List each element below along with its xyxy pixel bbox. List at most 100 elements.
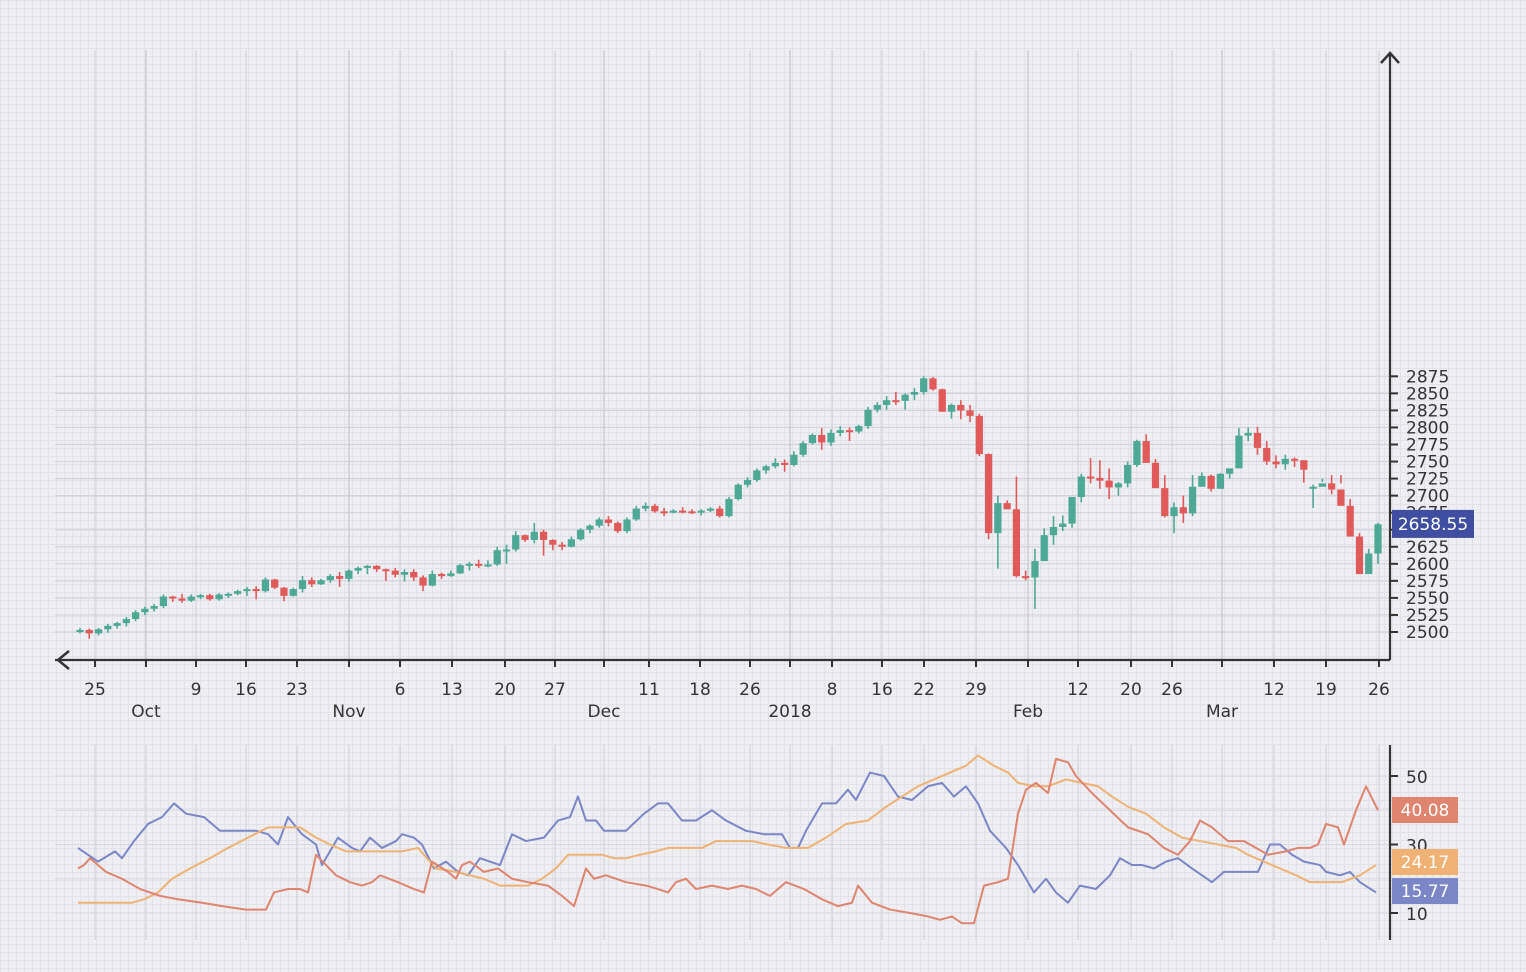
candle-down [818, 434, 826, 443]
candle-up [1188, 486, 1197, 514]
y-tick-label: 2500 [1406, 623, 1449, 643]
candle-down [604, 519, 613, 523]
x-tick-label: 20 [494, 680, 516, 700]
candle-up [502, 549, 511, 552]
candle-down [308, 580, 316, 585]
x-tick-label: 8 [827, 680, 838, 700]
candle-up [530, 531, 538, 540]
candle-up [920, 378, 928, 392]
candle-up [1198, 475, 1206, 487]
x-tick-label: 9 [191, 680, 202, 700]
candle-down [437, 574, 446, 577]
candle-up [1281, 458, 1289, 465]
candle-up [298, 580, 307, 590]
candle-up [428, 574, 436, 586]
candle-down [1346, 505, 1354, 537]
candle-up [808, 434, 817, 444]
candle-up [326, 576, 334, 581]
candle-down [558, 544, 566, 547]
y-tick-label: 2750 [1406, 453, 1449, 473]
candle-down [1179, 507, 1187, 514]
candle-down [1263, 447, 1271, 462]
main-chart-gridlines [55, 50, 1390, 660]
candle-up [447, 573, 455, 577]
oscillator-axes: 10305015.7724.1740.08 [1388, 745, 1458, 940]
y-tick-label: 2875 [1406, 367, 1449, 387]
candle-down [1337, 489, 1345, 506]
candle-up [1365, 553, 1373, 575]
candle-down [651, 505, 659, 512]
candle-up [1068, 497, 1076, 524]
x-tick-label: 19 [1315, 680, 1337, 700]
candle-down [716, 508, 724, 517]
candle-up [1309, 486, 1317, 489]
osc-y-tick-label: 50 [1406, 768, 1428, 788]
candle-up [465, 563, 474, 566]
candle-up [1244, 432, 1252, 436]
candle-up [882, 400, 891, 405]
candle-down [957, 404, 965, 411]
candle-down [1003, 503, 1011, 510]
candle-down [1328, 483, 1336, 490]
candle-up [243, 589, 251, 592]
candle-down [1022, 576, 1030, 579]
x-tick-label: 26 [1368, 680, 1390, 700]
osc-value-label-orange: 24.17 [1401, 853, 1450, 873]
candle-down [688, 511, 696, 514]
candlestick-series [76, 376, 1382, 639]
candle-up [104, 625, 112, 630]
candle-up [595, 519, 603, 526]
candle-down [1290, 458, 1299, 461]
candle-down [1096, 477, 1104, 481]
candle-down [966, 410, 974, 416]
candle-up [697, 510, 705, 513]
candle-up [150, 606, 158, 609]
candle-up [827, 432, 835, 443]
candle-down [373, 565, 381, 570]
x-tick-label: 26 [1161, 680, 1183, 700]
x-tick-label: 27 [544, 680, 566, 700]
candle-up [122, 619, 130, 624]
candle-up [669, 510, 677, 513]
candle-up [771, 462, 779, 467]
candle-up [873, 404, 881, 410]
candle-down [1105, 480, 1113, 488]
y-tick-label: 2625 [1406, 538, 1449, 558]
candle-down [1012, 509, 1021, 577]
candle-up [159, 596, 168, 607]
x-tick-label: 12 [1263, 680, 1285, 700]
candle-down [1253, 432, 1262, 448]
chart-canvas: 2500252525502575260026252650267527002725… [55, 50, 1474, 940]
candle-up [400, 572, 409, 575]
candle-down [1300, 460, 1308, 470]
candle-up [1040, 535, 1048, 562]
candle-down [419, 577, 427, 586]
x-tick-label: 25 [84, 680, 106, 700]
candle-up [836, 430, 844, 433]
candle-up [1170, 507, 1178, 517]
candle-down [521, 535, 529, 540]
candle-up [577, 529, 585, 540]
candle-up [753, 470, 761, 480]
candle-up [762, 466, 770, 471]
candle-up [1216, 473, 1225, 489]
candle-up [363, 565, 372, 568]
y-tick-label: 2575 [1406, 572, 1449, 592]
x-tick-label: 29 [965, 680, 987, 700]
candle-up [484, 564, 492, 567]
candle-down [1207, 475, 1215, 489]
osc-value-label-blue: 15.77 [1401, 882, 1450, 902]
osc-line-orange [78, 754, 1377, 904]
y-tick-label: 2775 [1406, 436, 1449, 456]
candle-up [1226, 468, 1234, 474]
candle-down [169, 596, 177, 599]
candle-up [317, 580, 325, 585]
candle-up [706, 508, 715, 511]
candle-up [94, 629, 103, 634]
candle-down [1272, 461, 1280, 465]
candle-up [1133, 441, 1141, 465]
candle-up [76, 629, 84, 632]
candle-up [215, 594, 223, 600]
candle-up [586, 525, 594, 530]
candle-down [280, 587, 288, 596]
